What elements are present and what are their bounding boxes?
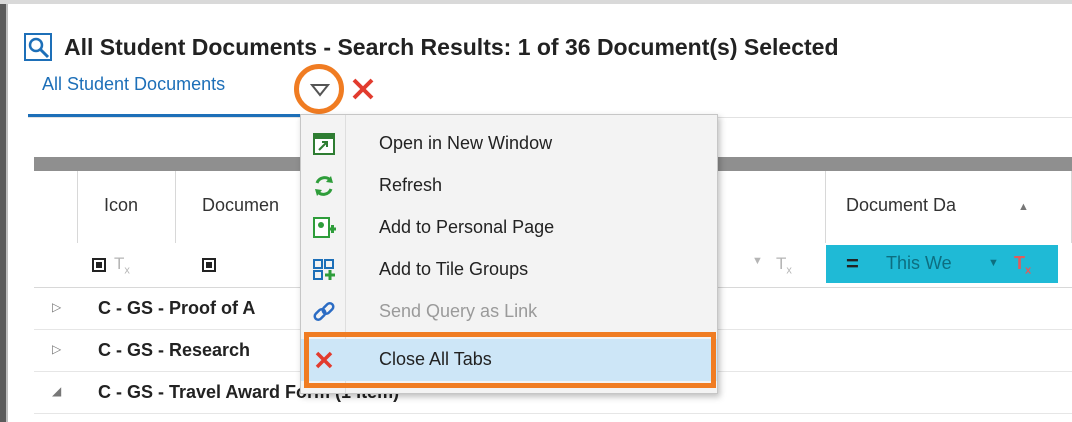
tab-all-student-documents[interactable]: All Student Documents: [42, 74, 225, 95]
filter-dropdown-caret-icon[interactable]: ▼: [752, 255, 763, 267]
menu-item-add-to-tile-groups[interactable]: Add to Tile Groups: [301, 249, 717, 291]
filter-value[interactable]: This We: [886, 253, 952, 274]
window-top-border: [0, 0, 1072, 4]
clear-filter-icon[interactable]: Tx: [114, 254, 130, 276]
title-bar: All Student Documents - Search Results: …: [24, 30, 839, 64]
menu-item-add-to-personal-page[interactable]: Add to Personal Page: [301, 207, 717, 249]
open-window-icon: [313, 133, 335, 155]
expand-arrow-icon[interactable]: ▷: [52, 300, 61, 314]
icon-filter-checkbox[interactable]: [92, 258, 106, 272]
clear-filter-icon[interactable]: Tx: [1014, 253, 1031, 277]
chevron-down-icon[interactable]: ▼: [988, 257, 999, 269]
dropdown-highlight-ring: [294, 64, 344, 114]
clear-filter-icon[interactable]: Tx: [776, 254, 792, 276]
page-title: All Student Documents - Search Results: …: [64, 33, 839, 60]
add-page-icon: [313, 217, 336, 238]
tile-groups-icon: [313, 259, 335, 280]
grid-header-document-date[interactable]: Document Da ▲: [826, 171, 1072, 243]
expand-arrow-icon[interactable]: ▷: [52, 342, 61, 356]
menu-item-refresh[interactable]: Refresh: [301, 165, 717, 207]
window-left-border-inner: [6, 4, 8, 422]
refresh-icon: [315, 176, 333, 196]
menu-item-send-query-as-link[interactable]: Send Query as Link: [301, 291, 717, 333]
collapse-arrow-icon[interactable]: ◢: [52, 384, 61, 398]
document-filter-checkbox[interactable]: [202, 258, 216, 272]
menu-item-open-in-new-window[interactable]: Open in New Window: [301, 123, 717, 165]
grid-header-expander: [34, 171, 78, 243]
sort-ascending-icon: ▲: [1018, 201, 1029, 213]
link-icon: [313, 301, 335, 322]
close-tab-icon[interactable]: [350, 76, 376, 102]
filter-operator[interactable]: =: [846, 251, 859, 277]
search-results-icon: [24, 33, 52, 61]
close-all-tabs-highlight-box: [304, 332, 716, 388]
document-date-filter[interactable]: = This We ▼ Tx: [826, 245, 1058, 283]
grid-header-icon[interactable]: Icon: [78, 171, 176, 243]
